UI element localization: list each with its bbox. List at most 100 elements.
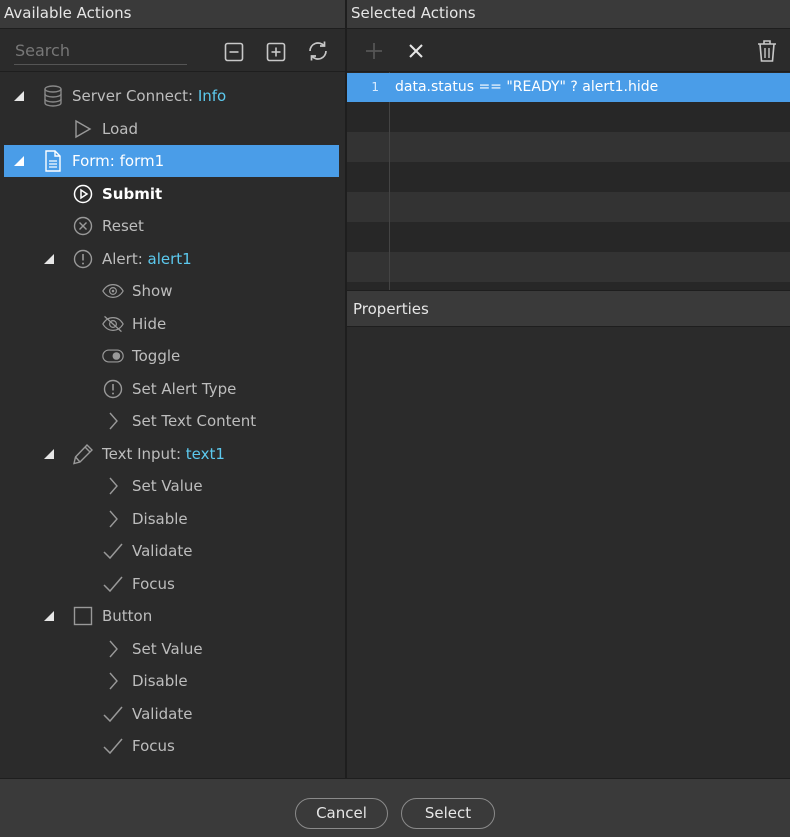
tree-item-button[interactable]: Button: [4, 600, 339, 632]
database-icon: [42, 85, 64, 107]
collapse-icon: [224, 42, 244, 62]
properties-panel: [347, 327, 790, 778]
tree-item-set-alert-type[interactable]: Set Alert Type: [4, 373, 339, 405]
empty-row: [347, 102, 790, 132]
expanded-triangle-icon[interactable]: [44, 449, 54, 459]
alert-circle-icon: [72, 248, 94, 270]
tree-item-show[interactable]: Show: [4, 275, 339, 307]
collapse-all-button[interactable]: [221, 39, 247, 65]
tree-item-label: Focus: [132, 737, 175, 755]
expanded-triangle-icon[interactable]: [44, 254, 54, 264]
tree-item-label: Set Text Content: [132, 412, 257, 430]
tree-item-label: Load: [102, 120, 138, 138]
refresh-icon: [309, 41, 327, 61]
tree-item-text-input[interactable]: Text Input: text1: [4, 438, 339, 470]
expand-icon: [266, 42, 286, 62]
tree-item-label: Button: [102, 607, 153, 625]
empty-row: [347, 132, 790, 162]
tree-item-submit[interactable]: Submit: [4, 178, 339, 210]
tree-item-b-focus[interactable]: Focus: [4, 730, 339, 762]
eye-icon: [102, 280, 124, 302]
tree-item-b-validate[interactable]: Validate: [4, 698, 339, 730]
toggle-icon: [102, 345, 124, 367]
tree-item-ti-focus[interactable]: Focus: [4, 568, 339, 600]
tree-item-label: Validate: [132, 542, 193, 560]
actions-tree: Server Connect: Info Load Form: form1 Su…: [0, 72, 345, 778]
close-circle-icon: [72, 215, 94, 237]
chevron-right-icon: [102, 475, 124, 497]
selected-action-row[interactable]: 1 data.status == "READY" ? alert1.hide: [347, 73, 790, 102]
available-actions-title: Available Actions: [4, 4, 132, 22]
tree-item-hide[interactable]: Hide: [4, 308, 339, 340]
selected-actions-list[interactable]: 1 data.status == "READY" ? alert1.hide: [347, 72, 790, 290]
available-actions-header: Available Actions: [0, 0, 346, 29]
tree-item-b-set-value[interactable]: Set Value: [4, 633, 339, 665]
selected-actions-toolbar: [347, 29, 790, 72]
eye-off-icon: [102, 313, 124, 335]
properties-header: Properties: [347, 290, 790, 327]
checkmark-icon: [102, 703, 124, 725]
dialog-footer: Cancel Select: [0, 778, 790, 837]
tree-item-toggle[interactable]: Toggle: [4, 340, 339, 372]
tree-item-label: Set Alert Type: [132, 380, 237, 398]
tree-item-label: Disable: [132, 672, 188, 690]
empty-row: [347, 192, 790, 222]
tree-item-load[interactable]: Load: [4, 113, 339, 145]
delete-button[interactable]: [754, 38, 780, 64]
tree-item-value: alert1: [147, 250, 192, 268]
selected-actions-header: Selected Actions: [347, 0, 790, 29]
checkmark-icon: [102, 735, 124, 757]
tree-item-label: Disable: [132, 510, 188, 528]
cancel-button[interactable]: Cancel: [295, 798, 388, 829]
tree-item-label: Toggle: [132, 347, 181, 365]
expand-all-button[interactable]: [263, 39, 289, 65]
line-gutter: [389, 72, 390, 290]
chevron-right-icon: [102, 508, 124, 530]
remove-action-button[interactable]: [403, 38, 429, 64]
square-icon: [72, 605, 94, 627]
tree-item-b-disable[interactable]: Disable: [4, 665, 339, 697]
tree-item-ti-validate[interactable]: Validate: [4, 535, 339, 567]
empty-row: [347, 252, 790, 282]
tree-item-label: Focus: [132, 575, 175, 593]
expanded-triangle-icon[interactable]: [14, 156, 24, 166]
close-icon: [409, 44, 423, 58]
select-button[interactable]: Select: [401, 798, 495, 829]
tree-item-label: Reset: [102, 217, 144, 235]
tree-item-label: Text Input:: [102, 445, 186, 463]
tree-item-alert[interactable]: Alert: alert1: [4, 243, 339, 275]
expanded-triangle-icon[interactable]: [44, 611, 54, 621]
empty-row: [347, 222, 790, 252]
add-action-button[interactable]: [361, 38, 387, 64]
checkmark-icon: [102, 540, 124, 562]
empty-row: [347, 162, 790, 192]
available-actions-toolbar: Search: [0, 29, 345, 72]
tree-item-ti-set-value[interactable]: Set Value: [4, 470, 339, 502]
tree-item-form[interactable]: Form: form1: [4, 145, 339, 177]
tree-item-label: Set Value: [132, 640, 203, 658]
selected-actions-title: Selected Actions: [351, 4, 476, 22]
search-input[interactable]: Search: [14, 39, 187, 65]
tree-item-reset[interactable]: Reset: [4, 210, 339, 242]
checkmark-icon: [102, 573, 124, 595]
tree-item-value: Info: [197, 87, 227, 105]
refresh-button[interactable]: [305, 38, 331, 64]
pencil-icon: [72, 443, 94, 465]
tree-item-label: Validate: [132, 705, 193, 723]
line-number: 1: [371, 80, 379, 94]
tree-item-value: text1: [185, 445, 225, 463]
document-icon: [42, 150, 64, 172]
tree-item-server-connect[interactable]: Server Connect: Info: [4, 80, 339, 112]
tree-item-label: Set Value: [132, 477, 203, 495]
tree-item-label: Hide: [132, 315, 167, 333]
tree-item-label: Server Connect:: [72, 87, 198, 105]
action-code[interactable]: data.status == "READY" ? alert1.hide: [395, 73, 658, 102]
properties-title: Properties: [353, 300, 429, 318]
chevron-right-icon: [102, 638, 124, 660]
tree-item-ti-disable[interactable]: Disable: [4, 503, 339, 535]
tree-item-set-text-content[interactable]: Set Text Content: [4, 405, 339, 437]
expanded-triangle-icon[interactable]: [14, 91, 24, 101]
play-circle-icon: [72, 183, 94, 205]
plus-icon: [366, 43, 382, 59]
tree-item-label: Form: form1: [72, 152, 165, 170]
